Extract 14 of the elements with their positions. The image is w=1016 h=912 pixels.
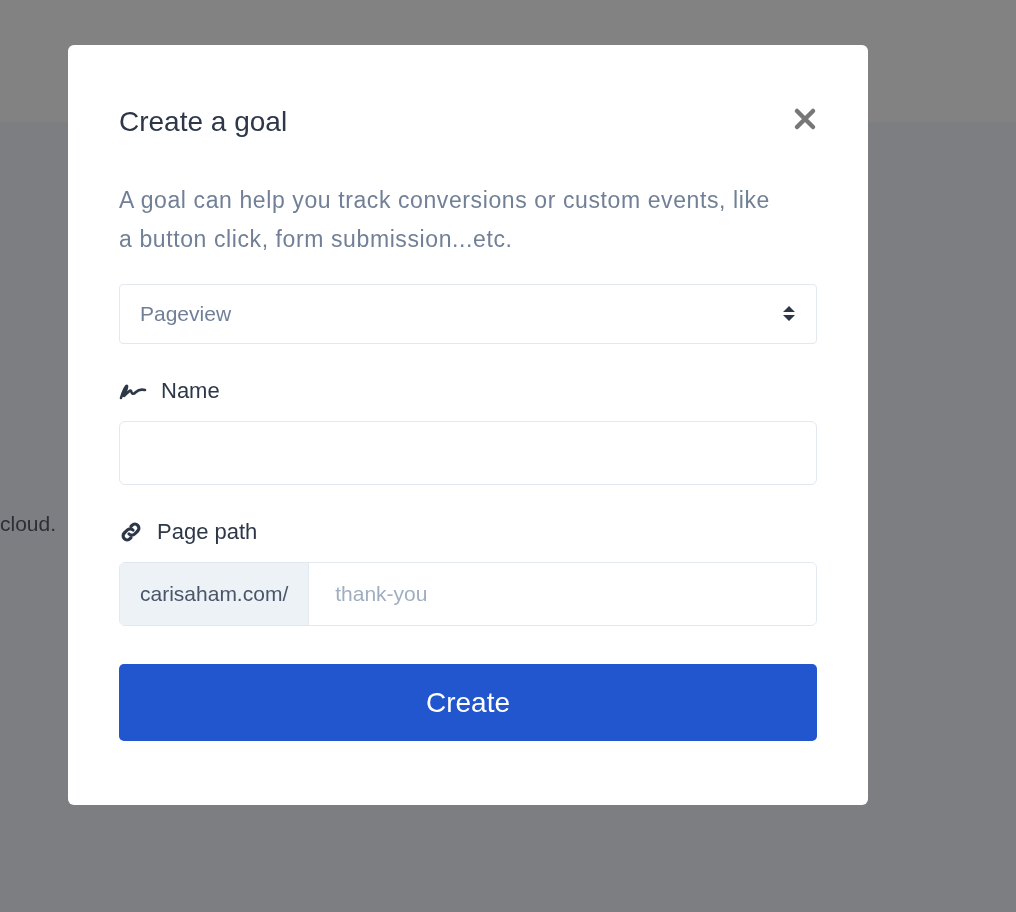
create-button[interactable]: Create bbox=[119, 664, 817, 741]
dialog-title: Create a goal bbox=[119, 106, 288, 138]
page-text: cloud. bbox=[0, 512, 57, 536]
field-label: Name bbox=[161, 378, 220, 404]
page-path-field[interactable]: carisaham.com/ thank-you bbox=[119, 562, 817, 626]
sort-caret-icon bbox=[782, 305, 796, 323]
name-input[interactable] bbox=[119, 421, 817, 485]
close-icon bbox=[793, 107, 817, 131]
close-button[interactable] bbox=[793, 107, 817, 131]
link-icon bbox=[119, 520, 143, 544]
domain-prefix: carisaham.com/ bbox=[120, 563, 310, 625]
field-label: Page path bbox=[157, 519, 258, 545]
goal-type-select[interactable]: Pageview bbox=[119, 284, 817, 344]
dialog-description: A goal can help you track conversions or custom events, like a button click, form submission...etc. bbox=[119, 186, 771, 254]
